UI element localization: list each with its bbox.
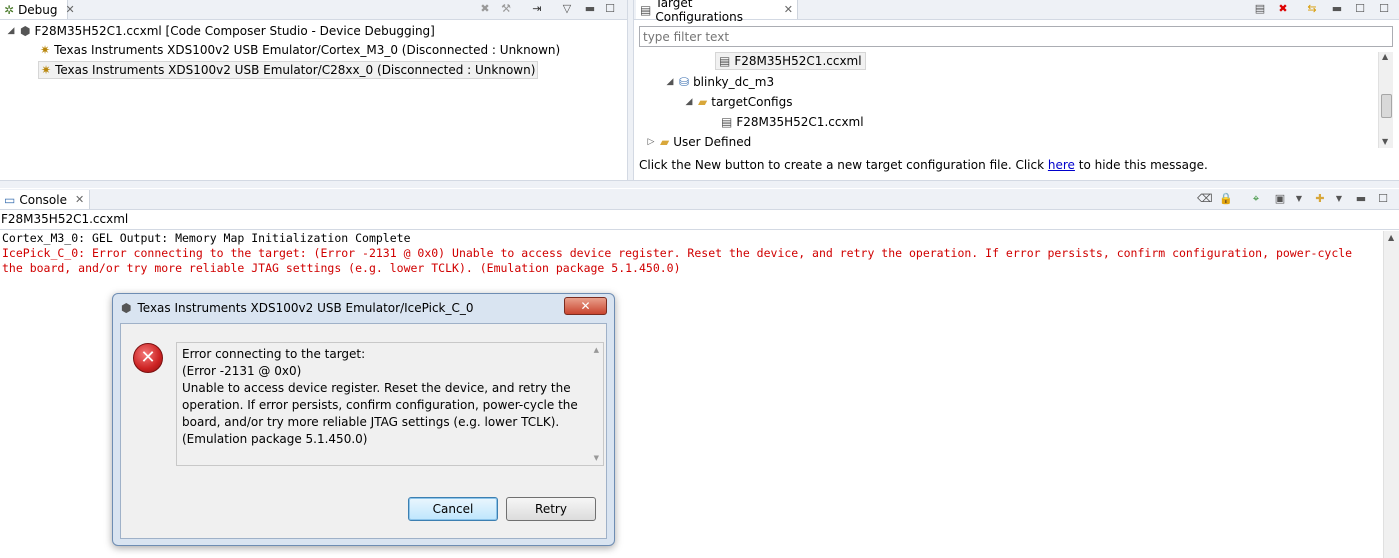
config-file-icon: ▤ bbox=[721, 115, 733, 129]
tree-item-project[interactable]: ◢ ⛁ blinky_dc_m3 bbox=[665, 73, 775, 91]
maximize-icon[interactable]: ☐ bbox=[1376, 192, 1390, 206]
tree-item-label: F28M35H52C1.ccxml bbox=[734, 54, 862, 68]
device-icon: ⬢ bbox=[20, 24, 31, 38]
disconnect-icon[interactable]: ⚒ bbox=[499, 2, 513, 16]
tree-item-folder[interactable]: ◢ ▰ targetConfigs bbox=[684, 93, 793, 111]
view-menu-icon[interactable]: ▽ bbox=[560, 2, 574, 16]
tree-item-label: User Defined bbox=[673, 135, 752, 149]
debug-child[interactable]: ✷ Texas Instruments XDS100v2 USB Emulato… bbox=[40, 41, 560, 59]
step-into-icon[interactable]: ⇥ bbox=[530, 2, 544, 16]
expand-arrow-icon[interactable]: ◢ bbox=[684, 97, 694, 107]
error-message[interactable]: Error connecting to the target: (Error -… bbox=[182, 346, 582, 448]
pin-console-icon[interactable]: ⌖ bbox=[1249, 192, 1263, 206]
error-dialog: ⬢ Texas Instruments XDS100v2 USB Emulato… bbox=[112, 293, 615, 546]
horizontal-divider[interactable] bbox=[0, 180, 1399, 188]
message-line: (Emulation package 5.1.450.0) bbox=[182, 432, 368, 446]
project-icon: ⛁ bbox=[679, 75, 690, 89]
folder-icon: ▰ bbox=[660, 135, 670, 149]
scroll-down-icon[interactable]: ▼ bbox=[594, 454, 599, 462]
maximize-icon[interactable]: ☐ bbox=[603, 2, 617, 16]
remove-terminated-icon[interactable]: ✖ bbox=[478, 2, 492, 16]
panel-divider[interactable] bbox=[627, 0, 634, 180]
tab-debug-label: Debug bbox=[18, 2, 58, 17]
close-icon[interactable]: ✕ bbox=[784, 3, 793, 16]
expand-arrow-icon[interactable]: ◢ bbox=[6, 26, 16, 36]
message-line: operation. If error persists, confirm co… bbox=[182, 398, 578, 412]
debug-root[interactable]: ◢ ⬢ F28M35H52C1.ccxml [Code Composer Stu… bbox=[6, 22, 435, 40]
message-line: Unable to access device register. Reset … bbox=[182, 381, 571, 395]
message-line: Error connecting to the target: bbox=[182, 347, 366, 361]
debug-child-selected[interactable]: ✷ Texas Instruments XDS100v2 USB Emulato… bbox=[38, 61, 539, 79]
hint-prefix: Click the New button to create a new tar… bbox=[639, 158, 1048, 172]
cancel-button[interactable]: Cancel bbox=[408, 497, 498, 521]
console-error-line: IcePick_C_0: Error connecting to the tar… bbox=[2, 246, 1353, 260]
tab-target-label: Target Configurations bbox=[655, 0, 743, 24]
debug-child-label: Texas Instruments XDS100v2 USB Emulator/… bbox=[54, 43, 561, 57]
tab-debug[interactable]: ✲ Debug ✕ bbox=[0, 0, 75, 19]
console-scrollbar[interactable]: ▲ bbox=[1383, 231, 1399, 558]
retry-button[interactable]: Retry bbox=[506, 497, 596, 521]
delete-icon[interactable]: ✖ bbox=[1276, 2, 1290, 16]
tree-item-user-defined[interactable]: ▷ ▰ User Defined bbox=[646, 133, 752, 151]
tree-item-ccxml-selected[interactable]: ▤ F28M35H52C1.ccxml bbox=[715, 52, 866, 70]
tab-console-label: Console bbox=[19, 192, 67, 207]
dialog-close-button[interactable]: ✕ bbox=[564, 297, 607, 315]
scroll-lock-icon[interactable]: 🔒 bbox=[1219, 192, 1233, 206]
error-icon: ✕ bbox=[133, 343, 163, 373]
dialog-title: Texas Instruments XDS100v2 USB Emulator/… bbox=[137, 301, 474, 315]
tree-item-label: F28M35H52C1.ccxml bbox=[736, 115, 864, 129]
debug-root-label: F28M35H52C1.ccxml [Code Composer Studio … bbox=[34, 24, 435, 38]
dropdown-icon[interactable]: ▼ bbox=[1292, 192, 1306, 206]
scroll-thumb[interactable] bbox=[1381, 94, 1392, 118]
minimize-icon[interactable]: ▬ bbox=[1330, 2, 1344, 16]
message-line: (Error -2131 @ 0x0) bbox=[182, 364, 302, 378]
emulator-icon: ✷ bbox=[40, 43, 51, 57]
folder-icon: ▰ bbox=[698, 95, 708, 109]
new-config-icon[interactable]: ▤ bbox=[1253, 2, 1267, 16]
emulator-icon: ✷ bbox=[41, 63, 52, 77]
tab-console[interactable]: ▭ Console ✕ bbox=[0, 190, 90, 209]
console-line: Cortex_M3_0: GEL Output: Memory Map Init… bbox=[2, 231, 411, 245]
display-console-icon[interactable]: ▣ bbox=[1273, 192, 1287, 206]
debug-child-label: Texas Instruments XDS100v2 USB Emulator/… bbox=[55, 63, 536, 77]
tree-scrollbar[interactable]: ▲ ▼ bbox=[1378, 52, 1393, 148]
config-file-icon: ▤ bbox=[640, 2, 652, 17]
dropdown-icon[interactable]: ▼ bbox=[1332, 192, 1346, 206]
console-separator bbox=[0, 229, 1399, 230]
link-icon[interactable]: ⇆ bbox=[1305, 2, 1319, 16]
scroll-up-icon[interactable]: ▲ bbox=[594, 346, 599, 354]
tree-item-label: targetConfigs bbox=[711, 95, 793, 109]
console-name: F28M35H52C1.ccxml bbox=[1, 212, 129, 226]
minimize-icon[interactable]: ▬ bbox=[1354, 192, 1368, 206]
dialog-body: ✕ Error connecting to the target: (Error… bbox=[120, 323, 607, 539]
bug-icon: ✲ bbox=[4, 2, 15, 17]
error-message-box[interactable]: Error connecting to the target: (Error -… bbox=[176, 342, 604, 466]
hint-message: Click the New button to create a new tar… bbox=[639, 158, 1208, 172]
maximize-icon[interactable]: ☐ bbox=[1353, 2, 1367, 16]
hide-message-link[interactable]: here bbox=[1048, 158, 1075, 172]
tree-item-label: blinky_dc_m3 bbox=[693, 75, 775, 89]
open-console-icon[interactable]: ✚ bbox=[1313, 192, 1327, 206]
scroll-up-icon[interactable]: ▲ bbox=[1388, 233, 1394, 242]
scroll-up-icon[interactable]: ▲ bbox=[1382, 52, 1388, 61]
tree-item-ccxml[interactable]: ▤ F28M35H52C1.ccxml bbox=[721, 113, 864, 131]
console-error-line: the board, and/or try more reliable JTAG… bbox=[2, 261, 681, 275]
console-icon: ▭ bbox=[4, 192, 16, 207]
collapse-arrow-icon[interactable]: ▷ bbox=[646, 137, 656, 147]
clear-console-icon[interactable]: ⌫ bbox=[1197, 192, 1213, 206]
close-icon[interactable]: ✕ bbox=[75, 193, 84, 206]
config-file-icon: ▤ bbox=[719, 54, 731, 68]
console-tabbar bbox=[0, 189, 1399, 210]
hint-suffix: to hide this message. bbox=[1074, 158, 1208, 172]
minimize-icon[interactable]: ☐ bbox=[1377, 2, 1391, 16]
message-line: board, and/or try more reliable JTAG set… bbox=[182, 415, 560, 429]
close-icon[interactable]: ✕ bbox=[66, 3, 75, 16]
minimize-icon[interactable]: ▬ bbox=[583, 2, 597, 16]
expand-arrow-icon[interactable]: ◢ bbox=[665, 77, 675, 87]
device-icon: ⬢ bbox=[121, 301, 132, 315]
filter-input[interactable] bbox=[639, 26, 1393, 47]
dialog-titlebar[interactable]: ⬢ Texas Instruments XDS100v2 USB Emulato… bbox=[113, 294, 614, 322]
scroll-down-icon[interactable]: ▼ bbox=[1382, 137, 1388, 146]
tab-target-configurations[interactable]: ▤ Target Configurations ✕ bbox=[636, 0, 798, 24]
